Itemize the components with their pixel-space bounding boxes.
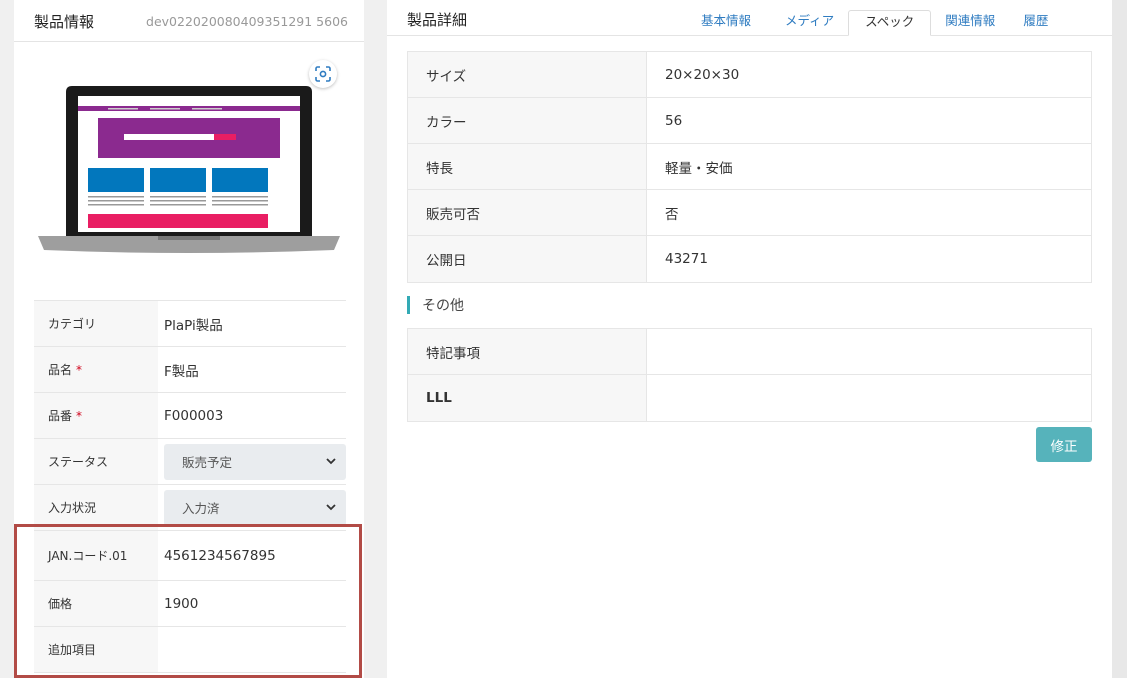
page-edge: [1112, 0, 1127, 678]
jan-code-value: 4561234567895: [164, 547, 276, 564]
additional-item-label: 追加項目: [34, 627, 158, 672]
product-info-panel: 製品情報 dev022020080409351291 5606 カテゴリ Pla…: [14, 0, 364, 678]
lll-label: LLL: [408, 375, 646, 421]
focus-camera-icon: [315, 66, 331, 82]
chevron-down-icon: [326, 504, 336, 511]
category-value: PlaPi製品: [164, 317, 223, 334]
status-label: ステータス: [34, 439, 158, 484]
product-detail-panel: 製品詳細 基本情報 メディア スペック 関連情報 履歴 サイズ 20×20×30…: [387, 0, 1112, 678]
product-info-title: 製品情報: [34, 13, 95, 31]
detail-tabs: 基本情報 メディア スペック 関連情報 履歴: [687, 10, 1062, 36]
additional-item-value: [158, 627, 346, 672]
special-notes-label: 特記事項: [408, 329, 646, 374]
other-section-title: その他: [422, 298, 464, 314]
tab-history[interactable]: 履歴: [1009, 10, 1062, 36]
status-select-value: 販売予定: [182, 455, 233, 470]
spec-row-color: カラー 56: [408, 98, 1091, 144]
product-code: dev022020080409351291 5606: [146, 14, 348, 29]
input-state-label: 入力状況: [34, 485, 158, 530]
feature-label: 特長: [408, 144, 646, 189]
publish-date-value: 43271: [646, 236, 1091, 282]
section-accent-bar: [407, 296, 410, 314]
spec-row-feature: 特長 軽量・安価: [408, 144, 1091, 190]
spec-table: サイズ 20×20×30 カラー 56 特長 軽量・安価 販売可否 否 公開日 …: [407, 51, 1092, 283]
lll-value: [646, 375, 1091, 421]
other-section-heading: その他: [407, 295, 464, 315]
info-row-jan-code: JAN.コード.01 4561234567895: [34, 531, 346, 581]
spec-row-publish-date: 公開日 43271: [408, 236, 1091, 282]
info-row-price: 価格 1900: [34, 581, 346, 627]
product-info-header: 製品情報 dev022020080409351291 5606: [14, 0, 364, 42]
status-select[interactable]: 販売予定: [164, 443, 346, 480]
other-row-lll: LLL: [408, 375, 1091, 421]
info-row-status: ステータス 販売予定: [34, 439, 346, 485]
feature-value: 軽量・安価: [646, 144, 1091, 189]
product-detail-title: 製品詳細: [407, 11, 468, 29]
tab-spec[interactable]: スペック: [848, 10, 932, 36]
app-root: 製品情報 dev022020080409351291 5606 カテゴリ Pla…: [0, 0, 1127, 678]
size-value: 20×20×30: [646, 52, 1091, 97]
chevron-down-icon: [326, 458, 336, 465]
publish-date-label: 公開日: [408, 236, 646, 282]
spec-row-size: サイズ 20×20×30: [408, 52, 1091, 98]
input-state-select[interactable]: 入力済: [164, 489, 346, 526]
color-value: 56: [646, 98, 1091, 143]
other-row-special-notes: 特記事項: [408, 329, 1091, 375]
category-label: カテゴリ: [48, 317, 97, 331]
sale-availability-value: 否: [646, 190, 1091, 235]
product-detail-header: 製品詳細 基本情報 メディア スペック 関連情報 履歴: [387, 0, 1112, 36]
focus-camera-button[interactable]: [309, 60, 337, 88]
info-row-input-state: 入力状況 入力済: [34, 485, 346, 531]
price-label: 価格: [34, 581, 158, 626]
product-number-value: F000003: [164, 407, 224, 424]
spec-row-sale-availability: 販売可否 否: [408, 190, 1091, 236]
sale-availability-label: 販売可否: [408, 190, 646, 235]
product-number-label: 品番: [48, 409, 73, 423]
info-row-additional-item: 追加項目: [34, 627, 346, 673]
info-row-category: カテゴリ PlaPi製品: [34, 301, 346, 347]
required-mark: *: [76, 362, 83, 377]
product-info-table: カテゴリ PlaPi製品 品名 * F製品 品番 * F000003 ステータス 販…: [34, 300, 346, 673]
size-label: サイズ: [408, 52, 646, 97]
other-table: 特記事項 LLL: [407, 328, 1092, 422]
product-name-label: 品名: [48, 363, 73, 377]
jan-code-label: JAN.コード.01: [34, 531, 158, 580]
color-label: カラー: [408, 98, 646, 143]
tab-media[interactable]: メディア: [771, 10, 848, 36]
tab-basic-info[interactable]: 基本情報: [687, 10, 765, 36]
price-value: 1900: [164, 595, 199, 612]
required-mark: *: [76, 408, 83, 423]
product-name-value: F製品: [164, 363, 199, 380]
info-row-product-number: 品番 * F000003: [34, 393, 346, 439]
input-state-select-value: 入力済: [182, 501, 220, 516]
info-row-product-name: 品名 * F製品: [34, 347, 346, 393]
tab-related-info[interactable]: 関連情報: [931, 10, 1009, 36]
edit-button[interactable]: 修正: [1036, 427, 1092, 462]
product-image: [38, 86, 340, 253]
special-notes-value: [646, 329, 1091, 374]
